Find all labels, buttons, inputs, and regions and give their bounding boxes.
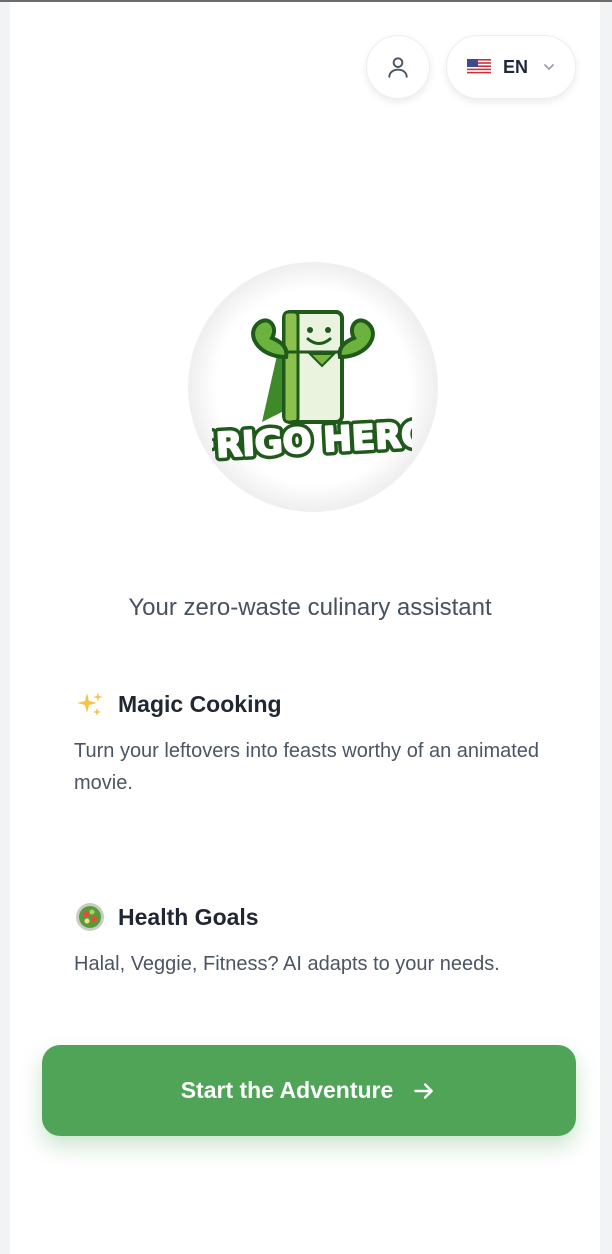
feature-magic-cooking: Magic Cooking Turn your leftovers into f… [74, 687, 554, 799]
tagline: Your zero-waste culinary assistant [128, 594, 492, 621]
us-flag-icon [467, 59, 491, 75]
frigo-hero-mascot-logo: FRIGO HERO FRIGO HERO [212, 310, 412, 472]
language-code: EN [503, 56, 529, 77]
feature-title: Health Goals [118, 903, 259, 930]
feature-description: Turn your leftovers into feasts worthy o… [74, 740, 540, 794]
arrow-right-icon [411, 1078, 437, 1104]
logo-wordmark: FRIGO HERO [212, 415, 412, 467]
feature-description: Halal, Veggie, Fitness? AI adapts to you… [74, 953, 500, 975]
language-selector[interactable]: EN [446, 35, 576, 99]
sparkles-icon [74, 688, 106, 720]
user-icon [388, 57, 408, 78]
feature-title: Magic Cooking [118, 690, 282, 717]
cta-label: Start the Adventure [180, 1077, 394, 1103]
salad-bowl-icon [74, 901, 106, 933]
feature-health-goals: Health Goals Halal, Veggie, Fitness? AI … [74, 900, 554, 980]
welcome-screen: EN FRIGO HERO FRIGO HERO Your zero-waste… [10, 2, 600, 1254]
account-button[interactable] [366, 35, 430, 99]
app-logo: FRIGO HERO FRIGO HERO [158, 242, 466, 532]
chevron-down-icon [544, 64, 554, 71]
start-adventure-button[interactable]: Start the Adventure [42, 1045, 576, 1136]
